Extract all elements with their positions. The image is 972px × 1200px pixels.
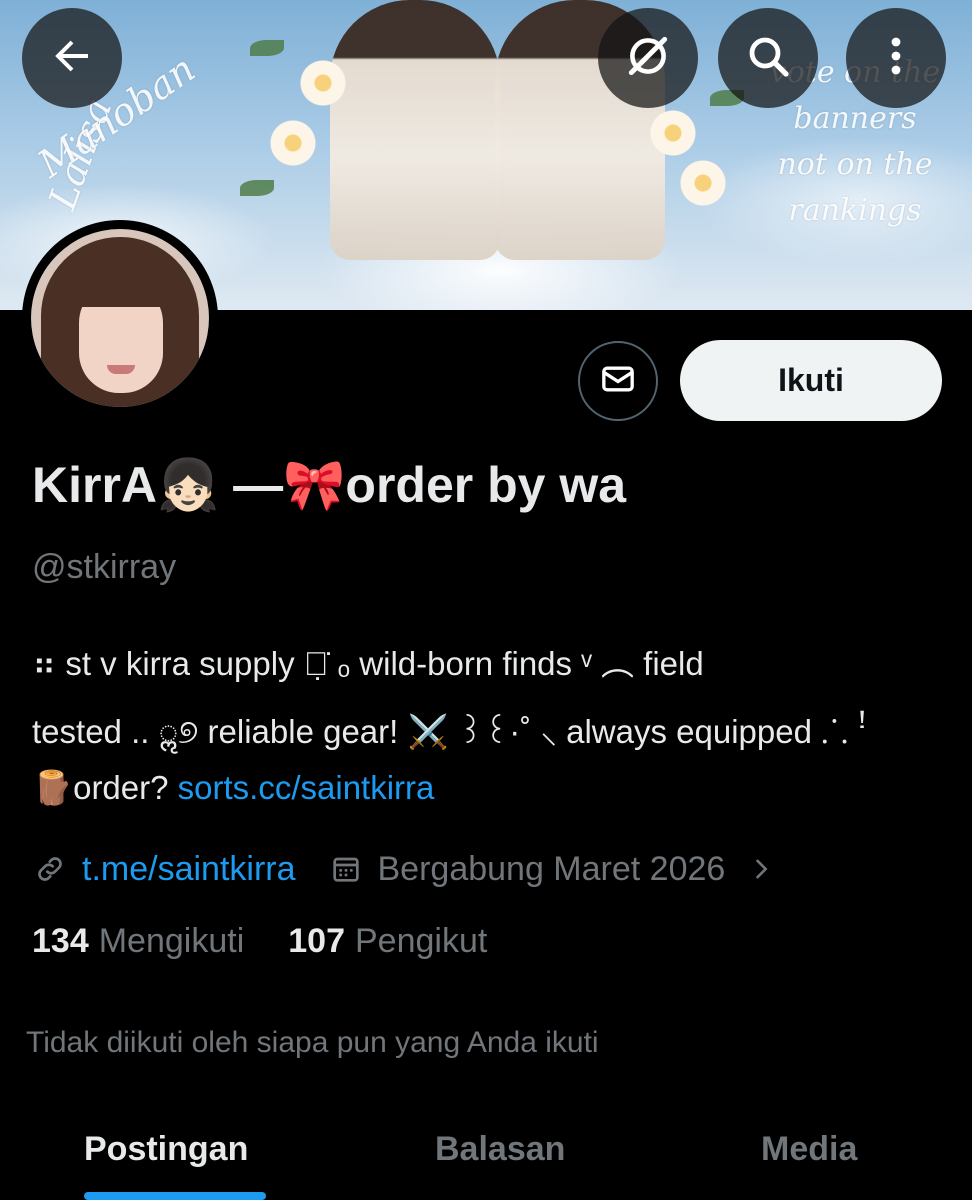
display-name: KirrA👧🏻 —🎀order by wa	[32, 457, 627, 513]
following-stat[interactable]: 134 Mengikuti	[32, 922, 244, 961]
banner-flower	[270, 120, 316, 166]
followers-stat[interactable]: 107 Pengikut	[288, 922, 487, 961]
grok-button[interactable]	[598, 8, 698, 108]
banner-flower	[650, 110, 696, 156]
banner-leaf	[250, 40, 284, 56]
bio-line: 🪵order? sorts.cc/saintkirra	[32, 758, 434, 818]
bio-line: tested .. ॢ୭ reliable gear! ⚔️ ꒱꒰·˚ ⸜ al…	[32, 713, 867, 750]
handle: @stkirray	[32, 548, 177, 586]
profile-tabs: Postingan Balasan Media	[0, 1112, 972, 1200]
more-button[interactable]	[846, 8, 946, 108]
envelope-icon	[598, 359, 638, 404]
tab-media[interactable]: Media	[761, 1130, 857, 1169]
tab-posts[interactable]: Postingan	[84, 1130, 248, 1169]
banner-leaf	[240, 180, 274, 196]
website-link[interactable]: t.me/saintkirra	[82, 850, 296, 889]
banner-flower	[300, 60, 346, 106]
following-label: Mengikuti	[98, 922, 245, 960]
search-icon	[744, 32, 792, 85]
grok-icon	[623, 31, 673, 86]
bio: ⠶ st v kirra supply ︵̣̇ ₒ wild-born find…	[32, 630, 942, 806]
message-button[interactable]	[578, 341, 658, 421]
followed-by-note: Tidak diikuti oleh siapa pun yang Anda i…	[26, 1026, 599, 1059]
following-count: 134	[32, 922, 89, 960]
profile-meta: t.me/saintkirra Bergabung Maret 2026	[32, 842, 793, 896]
tab-replies[interactable]: Balasan	[435, 1130, 565, 1169]
chevron-right-icon[interactable]	[743, 851, 779, 887]
search-button[interactable]	[718, 8, 818, 108]
banner-flower	[680, 160, 726, 206]
avatar-image	[31, 229, 209, 407]
back-button[interactable]	[22, 8, 122, 108]
avatar[interactable]	[22, 220, 218, 416]
active-tab-indicator	[84, 1192, 266, 1200]
bio-line: ⠶ st v kirra supply ︵̣̇ ₒ wild-born find…	[32, 645, 704, 682]
banner-figure-left	[330, 0, 500, 260]
calendar-icon	[328, 851, 364, 887]
arrow-left-icon	[48, 32, 96, 85]
follow-stats: 134 Mengikuti 107 Pengikut	[32, 922, 487, 961]
follow-button[interactable]: Ikuti	[680, 340, 942, 421]
link-icon	[32, 851, 68, 887]
joined-date: Bergabung Maret 2026	[377, 849, 726, 888]
bio-text: 🪵order?	[32, 769, 178, 806]
more-vertical-icon	[872, 32, 920, 85]
followers-count: 107	[288, 922, 345, 960]
followers-label: Pengikut	[354, 922, 488, 960]
bio-link[interactable]: sorts.cc/saintkirra	[178, 769, 435, 806]
